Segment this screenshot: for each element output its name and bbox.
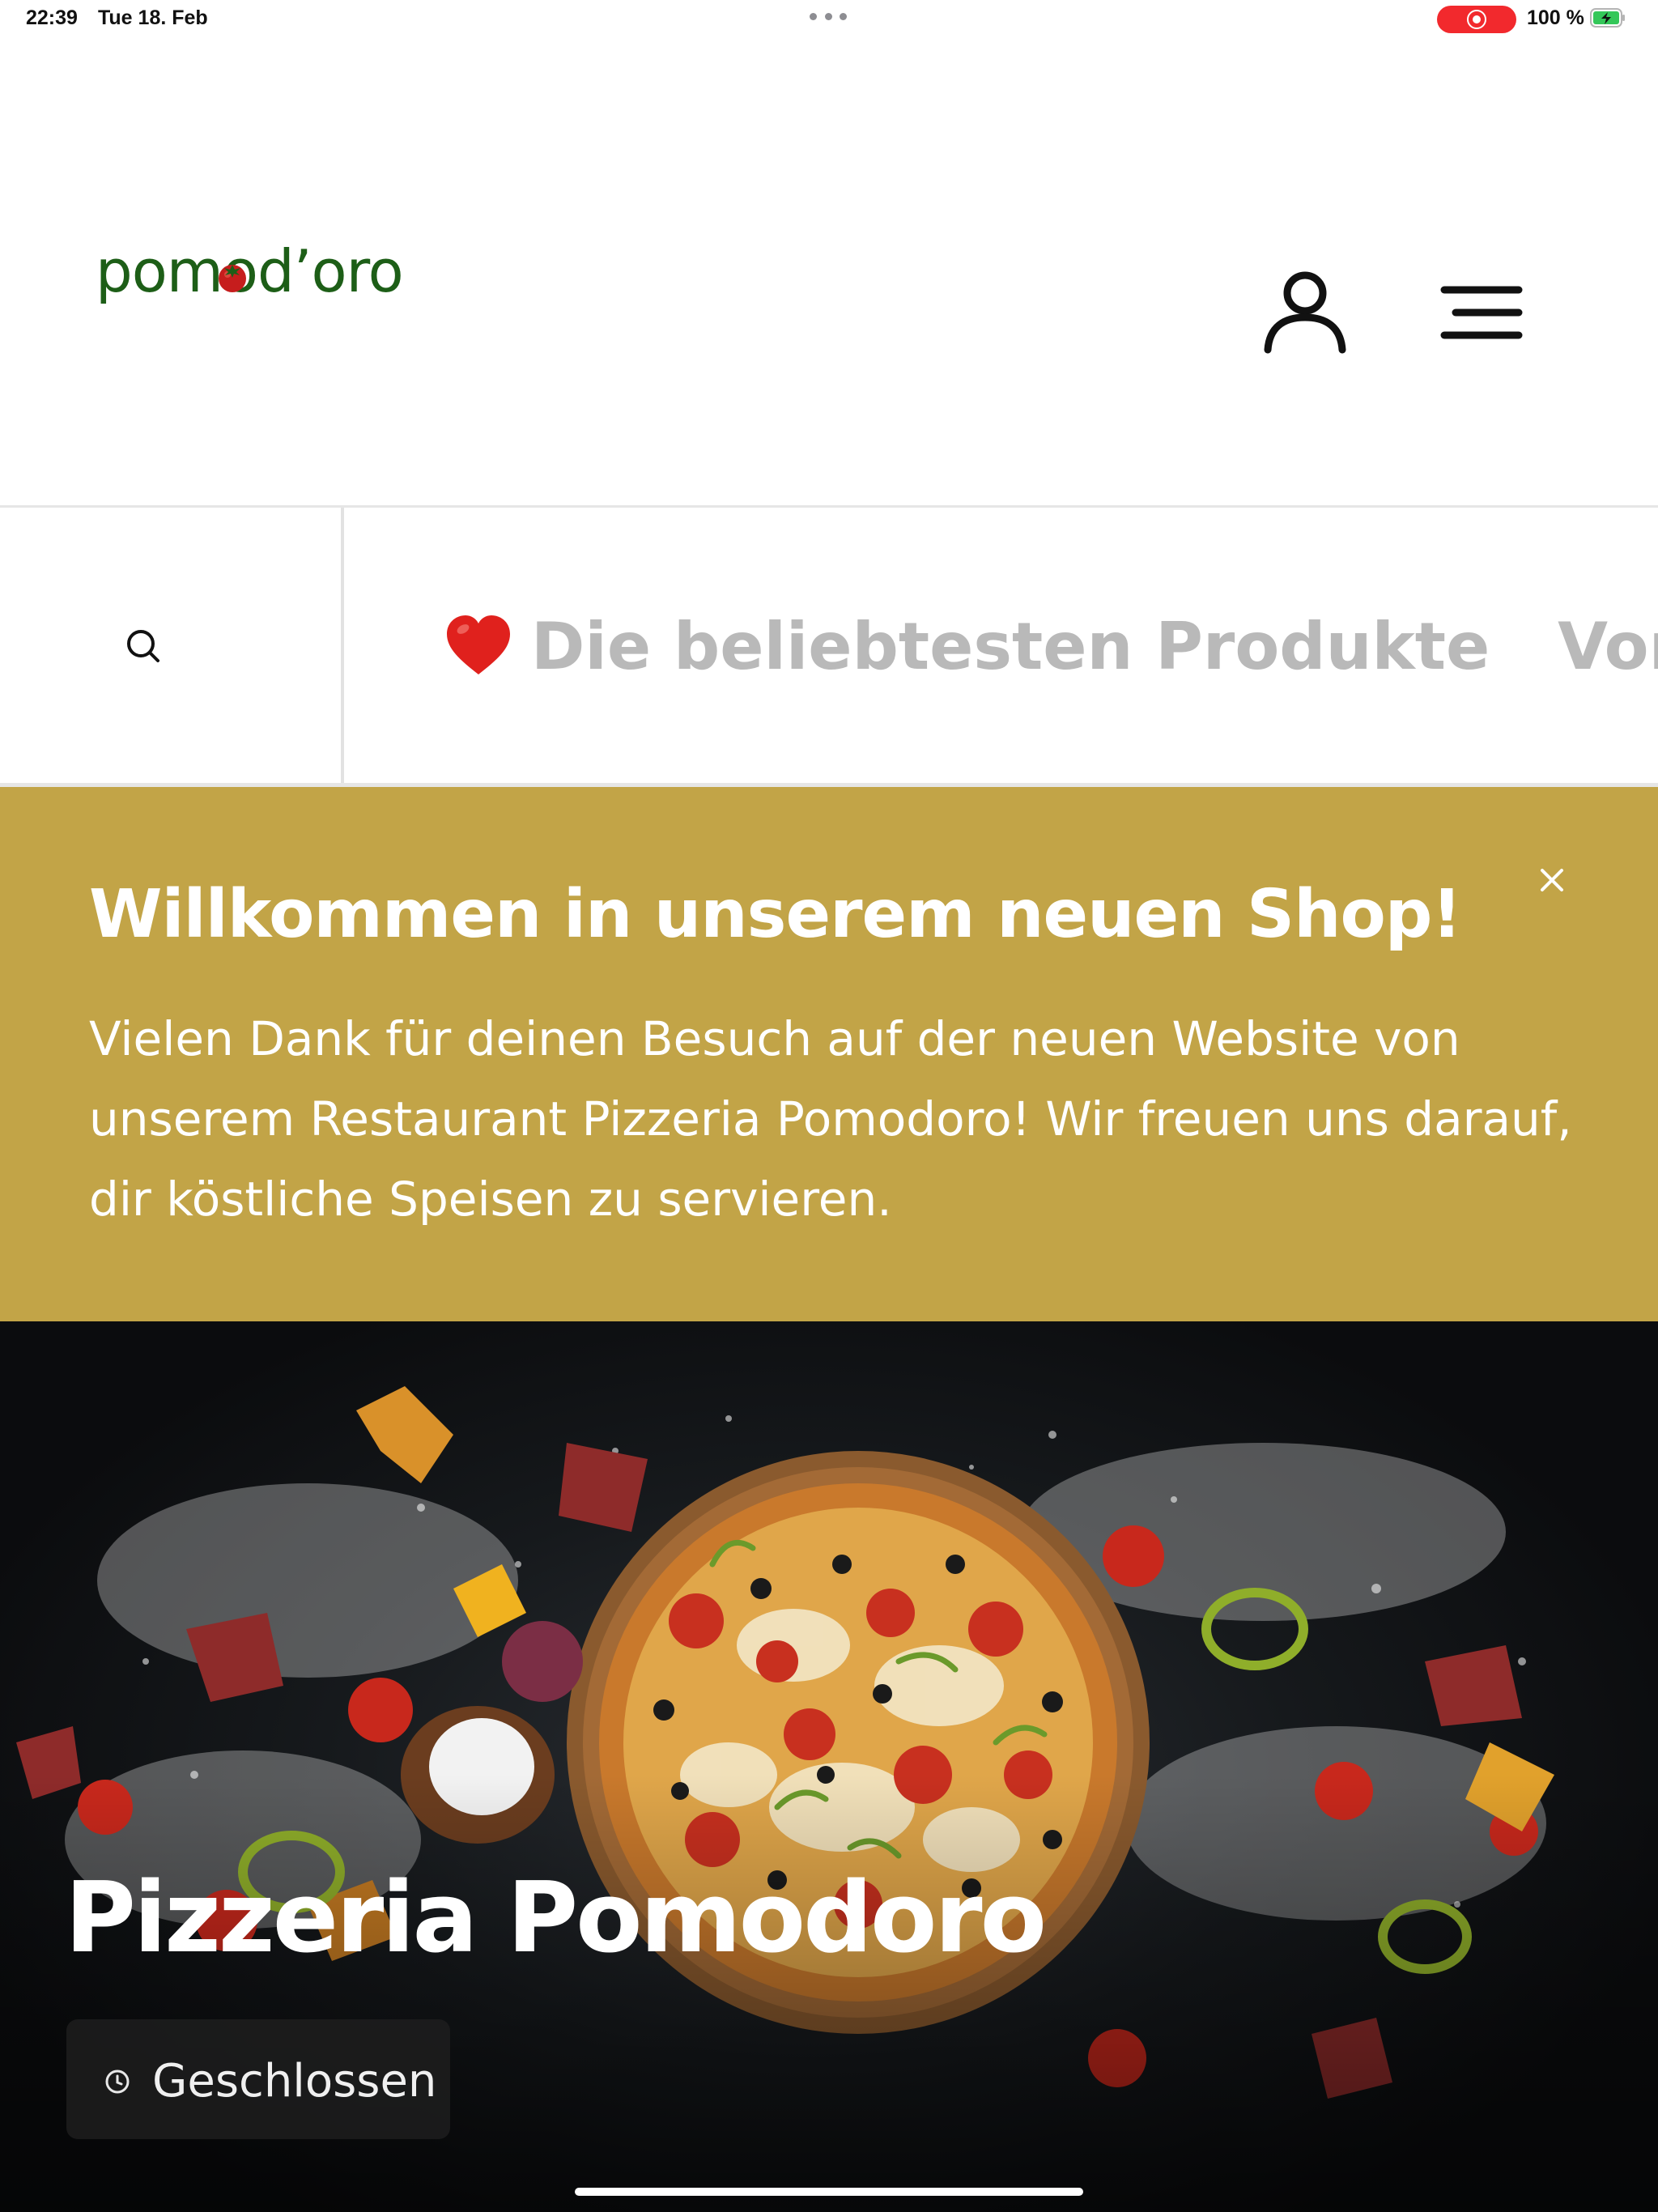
status-time: 22:39 xyxy=(26,6,78,29)
heart-icon xyxy=(447,615,510,674)
banner-title: Willkommen in unserem neuen Shop! xyxy=(89,876,1462,953)
close-icon[interactable] xyxy=(1527,855,1577,905)
multitasking-dots-icon[interactable] xyxy=(810,13,847,21)
hamburger-menu-icon[interactable] xyxy=(1433,274,1530,351)
home-indicator[interactable] xyxy=(575,2188,1083,2196)
user-icon[interactable] xyxy=(1255,262,1355,363)
tomato-icon xyxy=(219,265,246,292)
category-label: Die beliebtesten Produkte xyxy=(531,609,1490,684)
category-item-popular[interactable]: Die beliebtesten Produkte xyxy=(444,606,1490,687)
logo[interactable]: pomod’oro xyxy=(96,231,404,312)
category-nav: Die beliebtesten Produkte Vorspei xyxy=(0,508,1658,783)
clock-icon xyxy=(105,2069,130,2094)
category-item-starters[interactable]: Vorspei xyxy=(1558,606,1658,687)
status-bar: 22:39 Tue 18. Feb 100 % xyxy=(0,0,1658,39)
restaurant-name: Pizzeria Pomodoro xyxy=(65,1862,1047,1975)
battery-percent: 100 % xyxy=(1527,6,1584,29)
category-label: Vorspei xyxy=(1558,609,1658,684)
status-label: Geschlossen xyxy=(152,2055,437,2108)
status-date: Tue 18. Feb xyxy=(98,6,208,29)
battery-charging-icon xyxy=(1590,8,1625,28)
banner-text: Vielen Dank für deinen Besuch auf der ne… xyxy=(89,1011,1572,1227)
opening-status-badge[interactable]: Geschlossen xyxy=(66,2019,450,2139)
search-button[interactable] xyxy=(0,508,341,783)
nav-divider xyxy=(341,508,344,783)
screen-recording-icon[interactable] xyxy=(1437,6,1516,33)
site-header: pomod’oro xyxy=(0,39,1658,507)
hero-shade xyxy=(0,1775,1658,2212)
search-icon xyxy=(127,630,159,662)
category-list: Die beliebtesten Produkte Vorspei xyxy=(444,606,1658,687)
welcome-banner: Willkommen in unserem neuen Shop! Vielen… xyxy=(0,787,1658,1321)
hero-section: Pizzeria Pomodoro Geschlossen xyxy=(0,1321,1658,2212)
